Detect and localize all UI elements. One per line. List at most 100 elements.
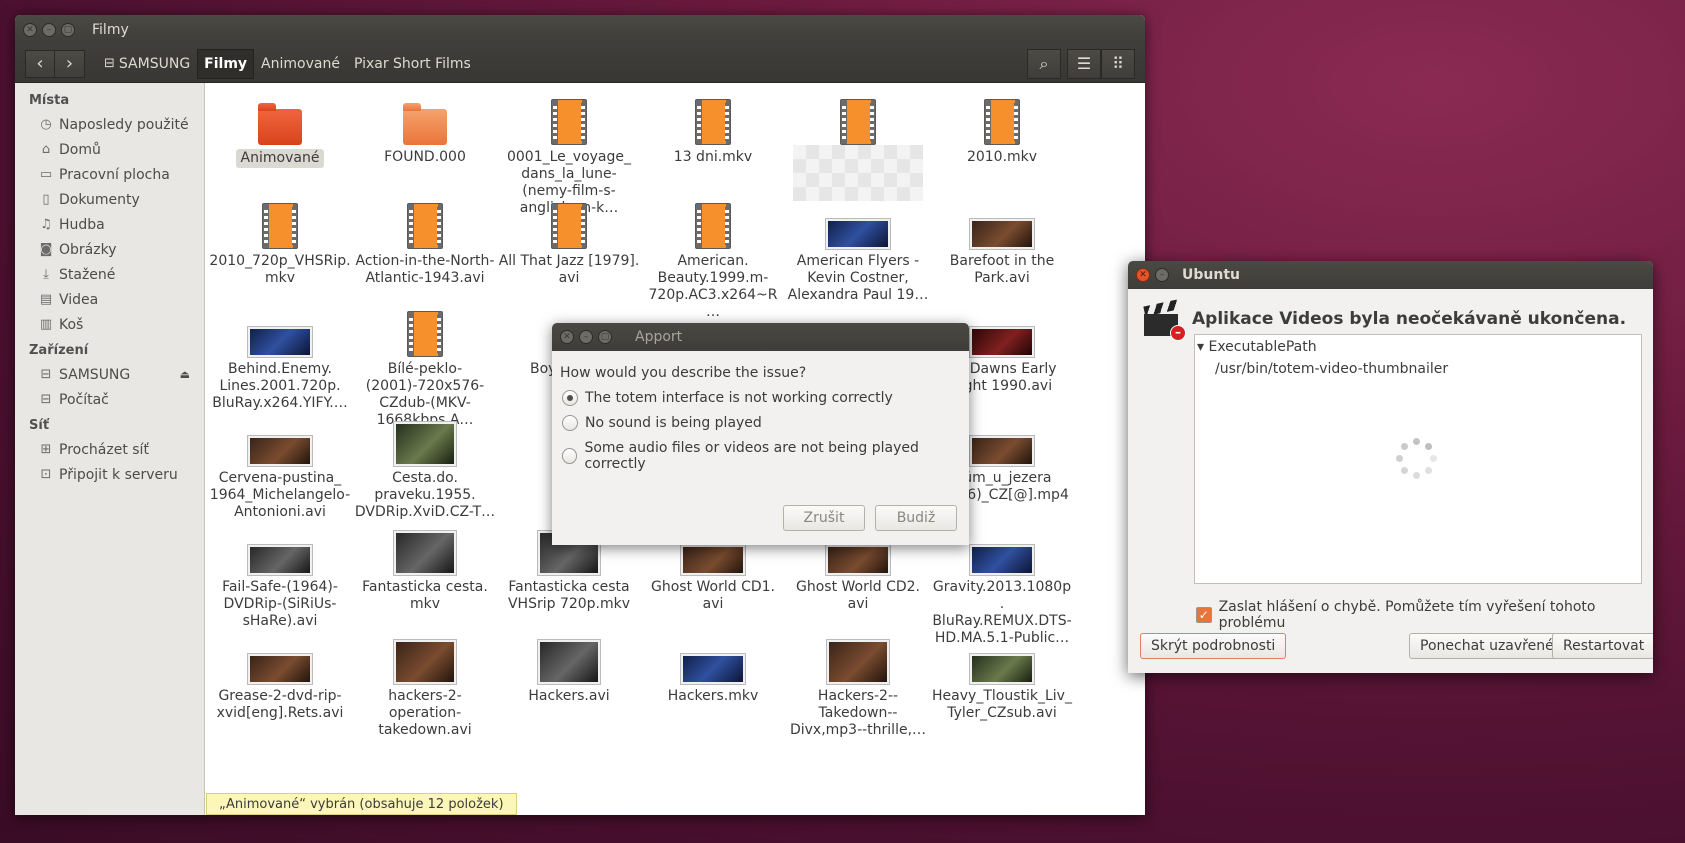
eject-icon[interactable]: ⏏ (180, 368, 190, 381)
details-panel[interactable]: ▾ ExecutablePath /usr/bin/totem-video-th… (1194, 334, 1642, 584)
file-item[interactable]: Barefoot in the Park.avi (927, 201, 1077, 287)
forward-button[interactable]: › (55, 49, 85, 78)
clock-icon: ◷ (40, 117, 52, 132)
file-name: American Flyers - Kevin Costner, Alexand… (787, 253, 929, 303)
file-item[interactable] (783, 97, 933, 201)
file-item[interactable]: Cervena-pustina_ 1964_Michelangelo-Anton… (205, 418, 355, 521)
spinner-dot (1425, 442, 1433, 450)
send-report-checkbox[interactable]: ✓ Zaslat hlášení o chybě. Pomůžete tím v… (1196, 599, 1653, 631)
file-item[interactable]: Hackers.mkv (638, 636, 788, 705)
folder-icon: ▭ (39, 167, 53, 182)
status-bar: „Animované“ vybrán (obsahuje 12 položek) (206, 793, 517, 815)
restart-button[interactable]: Restartovat (1552, 633, 1653, 659)
file-item[interactable]: Fail-Safe-(1964)-DVDRip-(SiRiUs-sHaRe).a… (205, 527, 355, 630)
file-item[interactable]: Heavy_Tloustik_Liv_ Tyler_CZsub.avi (927, 636, 1077, 722)
file-item[interactable]: Gravity.2013.1080p. BluRay.REMUX.DTS-HD.… (927, 527, 1077, 647)
sidebar-item[interactable]: ◷ Naposledy použité (15, 112, 204, 137)
file-name: Fantasticka cesta. mkv (362, 579, 488, 612)
maximize-icon[interactable]: ▢ (61, 23, 75, 37)
issue-option[interactable]: No sound is being played (562, 415, 969, 431)
sidebar-item[interactable]: ▥ Koš (15, 312, 204, 337)
ok-button[interactable]: Budiž (875, 505, 957, 531)
spinner-dot (1396, 455, 1403, 462)
sidebar-item[interactable]: ▯ Dokumenty (15, 187, 204, 212)
back-button[interactable]: ‹ (25, 49, 55, 78)
close-icon[interactable]: ✕ (1136, 268, 1150, 282)
checkbox-label: Zaslat hlášení o chybě. Pomůžete tím vyř… (1218, 599, 1596, 631)
crash-dialog: ✕ – Ubuntu – Aplikace Videos byla neoček… (1128, 261, 1653, 673)
breadcrumb: ⊟ SAMSUNG Filmy Animované Pixar Short Fil… (97, 48, 478, 79)
sidebar-item[interactable]: ⊟ SAMSUNG ⏏ (15, 362, 204, 387)
file-name: Hackers.avi (528, 688, 610, 704)
radio-icon[interactable] (562, 390, 578, 406)
sidebar-item[interactable]: ▤ Videa (15, 287, 204, 312)
breadcrumb-samsung[interactable]: ⊟ SAMSUNG (97, 49, 197, 79)
apport-titlebar[interactable]: ✕ – ▢ Apport (552, 323, 969, 351)
minimize-icon[interactable]: – (1155, 268, 1169, 282)
trash-icon: ▥ (39, 317, 53, 332)
file-item[interactable]: Bílé-peklo-(2001)-720x576-CZdub-(MKV-166… (350, 309, 500, 429)
cancel-button[interactable]: Zrušit (783, 505, 865, 531)
file-item[interactable]: Cesta.do. praveku.1955. DVDRip.XviD.CZ-T… (350, 418, 500, 521)
file-item[interactable]: 0001_Le_voyage_ dans_la_lune-(nemy-film-… (494, 97, 644, 217)
drive-icon: ⊟ (40, 392, 52, 407)
apport-question: How would you describe the issue? (560, 365, 807, 381)
file-item[interactable]: Hackers-2--Takedown--Divx,mp3--thrille,… (783, 636, 933, 739)
list-view-button[interactable]: ☰ (1067, 48, 1101, 79)
sidebar-item[interactable]: ⤓ Stažené (15, 262, 204, 287)
breadcrumb-animovane[interactable]: Animované (254, 49, 347, 79)
breadcrumb-pixar[interactable]: Pixar Short Films (347, 49, 478, 79)
search-button[interactable]: ⌕ (1027, 48, 1061, 79)
file-item[interactable]: 2010.mkv (927, 97, 1077, 166)
sidebar-item[interactable]: ⊟ Počítač (15, 387, 204, 412)
chevron-left-icon: ‹ (36, 53, 44, 74)
sidebar-item[interactable]: ⊞ Procházet síť (15, 437, 204, 462)
file-item[interactable]: 13 dni.mkv (638, 97, 788, 166)
sidebar-item[interactable]: ◙ Obrázky (15, 237, 204, 262)
document-icon: ▯ (42, 192, 50, 207)
minimize-icon[interactable]: – (42, 23, 56, 37)
keep-closed-button[interactable]: Ponechat uzavřené (1409, 633, 1565, 659)
breadcrumb-filmy[interactable]: Filmy (197, 48, 255, 79)
file-item[interactable]: Behind.Enemy. Lines.2001.720p. BluRay.x2… (205, 309, 355, 412)
file-item[interactable]: Fantasticka cesta. mkv (350, 527, 500, 613)
film-icon (205, 201, 355, 249)
file-item[interactable]: 2010_720p_VHSRip. mkv (205, 201, 355, 287)
sidebar-item[interactable]: ♫ Hudba (15, 212, 204, 237)
radio-icon[interactable] (562, 448, 578, 464)
detail-key-row[interactable]: ▾ ExecutablePath (1197, 339, 1641, 355)
file-item[interactable]: Hackers.avi (494, 636, 644, 705)
sidebar-item-label: Obrázky (59, 241, 117, 258)
video-thumbnail (783, 201, 933, 250)
window-titlebar[interactable]: ✕ – ▢ Filmy (15, 15, 1145, 45)
close-icon[interactable]: ✕ (560, 330, 574, 344)
apport-title: Apport (635, 329, 683, 345)
crash-titlebar[interactable]: ✕ – Ubuntu (1128, 261, 1653, 289)
file-item[interactable]: Grease-2-dvd-rip-xvid[eng].Rets.avi (205, 636, 355, 722)
sidebar-item[interactable]: ⊡ Připojit k serveru (15, 462, 204, 487)
detail-value: /usr/bin/totem-video-thumbnailer (1215, 361, 1449, 377)
sidebar-item-label: SAMSUNG (59, 366, 131, 383)
file-item[interactable]: hackers-2-operation-takedown.avi (350, 636, 500, 739)
issue-option[interactable]: Some audio files or videos are not being… (562, 440, 969, 472)
minimize-icon[interactable]: – (579, 330, 593, 344)
maximize-icon[interactable]: ▢ (598, 330, 612, 344)
file-name: Hackers-2--Takedown--Divx,mp3--thrille,… (789, 688, 927, 738)
radio-icon[interactable] (562, 415, 578, 431)
close-icon[interactable]: ✕ (23, 23, 37, 37)
file-item[interactable]: American Flyers - Kevin Costner, Alexand… (783, 201, 933, 304)
apport-dialog: ✕ – ▢ Apport How would you describe the … (552, 323, 969, 545)
issue-option-label: Some audio files or videos are not being… (584, 440, 919, 472)
issue-option[interactable]: The totem interface is not working corre… (562, 390, 969, 406)
hide-details-button[interactable]: Skrýt podrobnosti (1140, 633, 1287, 659)
sidebar-header-network: Síť (29, 418, 50, 433)
file-item[interactable]: Action-in-the-North-Atlantic-1943.avi (350, 201, 500, 287)
file-item[interactable]: American. Beauty.1999.m-720p.AC3.x264~R… (638, 201, 788, 321)
file-item[interactable]: FOUND.000 (350, 97, 500, 166)
file-item[interactable]: All That Jazz [1979]. avi (494, 201, 644, 287)
sidebar-item[interactable]: ▭ Pracovní plocha (15, 162, 204, 187)
sidebar-item[interactable]: ⌂ Domů (15, 137, 204, 162)
grid-view-button[interactable]: ⠿ (1101, 48, 1135, 79)
file-item[interactable]: Animované (205, 97, 355, 168)
file-name: Barefoot in the Park.avi (949, 253, 1055, 286)
